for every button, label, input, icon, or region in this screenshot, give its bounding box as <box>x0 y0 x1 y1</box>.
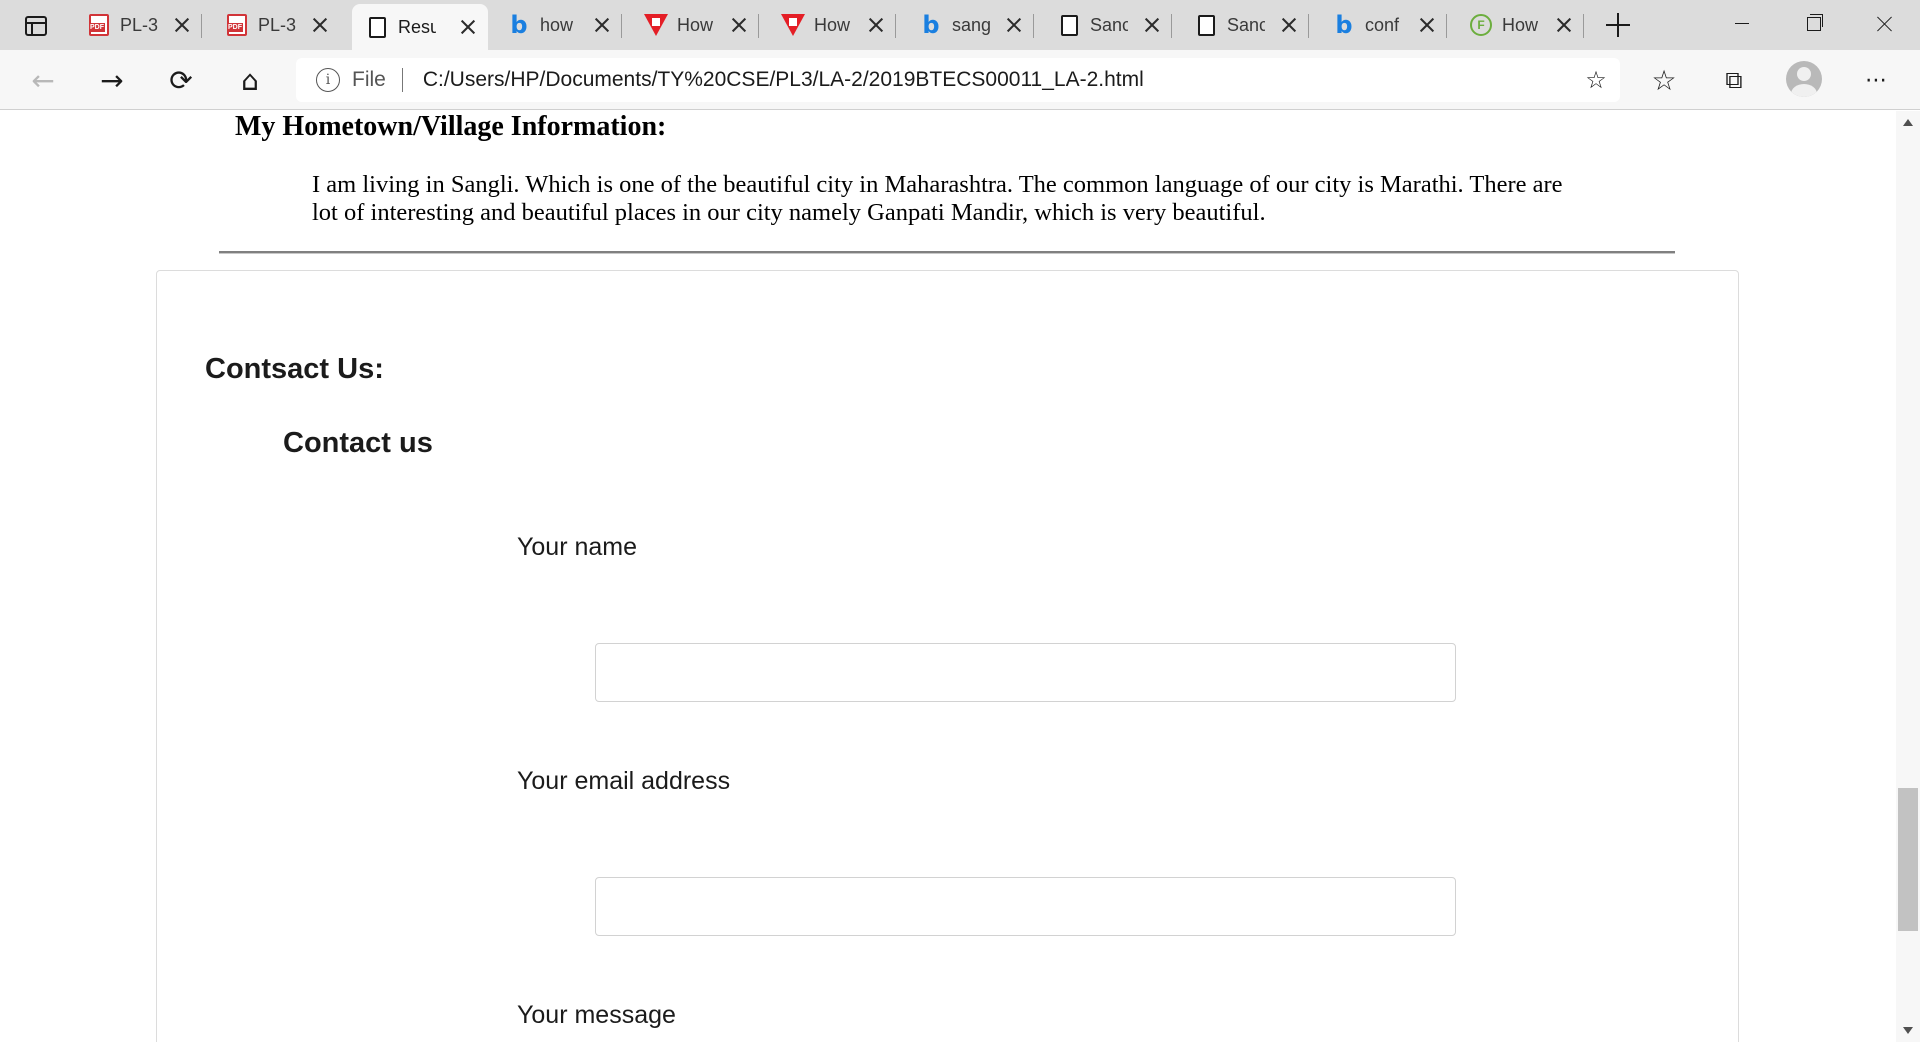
tab-bing-sang[interactable]: b sang <box>906 8 1034 42</box>
page-viewport: My Hometown/Village Information: I am li… <box>0 111 1896 1042</box>
tab-label: How <box>814 14 851 35</box>
tab-label: PL-3 <box>120 14 158 35</box>
tab-sangli-1[interactable]: Sanc <box>1044 8 1172 42</box>
address-bar[interactable]: i File C:/Users/HP/Documents/TY%20CSE/PL… <box>296 58 1620 102</box>
tab-actions-button[interactable] <box>16 11 56 41</box>
page-icon <box>1195 14 1217 36</box>
tab-how-3[interactable]: F How <box>1456 8 1584 42</box>
profile-avatar[interactable] <box>1786 61 1822 97</box>
back-button[interactable]: ← <box>23 60 63 100</box>
scroll-up-arrow-icon[interactable] <box>1903 119 1913 126</box>
email-label: Your email address <box>517 767 731 795</box>
vertical-scrollbar[interactable] <box>1896 111 1920 1042</box>
name-input[interactable] <box>595 643 1456 702</box>
message-label: Your message <box>517 1001 676 1029</box>
close-tab-icon[interactable] <box>1279 15 1299 35</box>
close-tab-icon[interactable] <box>1142 15 1162 35</box>
maximize-button[interactable] <box>1777 0 1847 46</box>
minimize-button[interactable] <box>1706 0 1776 46</box>
close-tab-icon[interactable] <box>592 15 612 35</box>
bing-icon: b <box>922 11 940 39</box>
f-logo-icon: F <box>1470 14 1492 36</box>
close-window-button[interactable] <box>1850 0 1920 46</box>
address-scheme: File <box>352 68 386 91</box>
tab-label: Sanc <box>1227 14 1265 35</box>
tab-pl3-1[interactable]: PDF PL-3 <box>74 8 202 42</box>
tab-strip: PDF PL-3 PDF PL-3 Resu b how How How b s… <box>0 0 1920 50</box>
hometown-paragraph: I am living in Sangli. Which is one of t… <box>312 171 1563 226</box>
tab-label: How <box>1502 14 1539 35</box>
close-tab-icon[interactable] <box>310 15 330 35</box>
info-icon[interactable]: i <box>316 68 340 92</box>
scroll-thumb[interactable] <box>1898 788 1918 931</box>
contact-form-heading: Contact us <box>283 427 433 459</box>
tab-label: Sanc <box>1090 14 1128 35</box>
name-label: Your name <box>517 533 637 561</box>
tab-resume-active[interactable]: Resu <box>352 4 488 50</box>
hometown-heading: My Hometown/Village Information: <box>235 111 667 142</box>
refresh-button[interactable]: ⟳ <box>161 60 201 100</box>
tab-label: conf <box>1365 14 1400 35</box>
close-tab-icon[interactable] <box>729 15 749 35</box>
tab-how-2[interactable]: How <box>768 8 896 42</box>
close-tab-icon[interactable] <box>172 15 192 35</box>
triangle-logo-icon <box>644 14 668 36</box>
new-tab-button[interactable] <box>1602 10 1634 40</box>
collections-button[interactable]: ⧉ <box>1714 60 1754 100</box>
tab-label: sang <box>952 14 990 35</box>
tab-bing-conf[interactable]: b conf <box>1319 8 1447 42</box>
tab-sangli-2[interactable]: Sanc <box>1181 8 1309 42</box>
tab-label: how <box>540 14 574 35</box>
tab-actions-icon <box>25 16 47 36</box>
bing-icon: b <box>510 11 528 39</box>
close-tab-icon[interactable] <box>1417 15 1437 35</box>
home-button[interactable]: ⌂ <box>230 60 270 100</box>
triangle-logo-icon <box>781 14 805 36</box>
close-tab-icon[interactable] <box>1004 15 1024 35</box>
forward-button[interactable]: → <box>92 60 132 100</box>
horizontal-rule <box>219 251 1675 254</box>
close-tab-icon[interactable] <box>458 17 478 37</box>
bing-icon: b <box>1335 11 1353 39</box>
email-input[interactable] <box>595 877 1456 936</box>
tab-pl3-2[interactable]: PDF PL-3 <box>212 8 340 42</box>
tab-label: Resu <box>398 16 436 37</box>
tab-label: How <box>677 14 714 35</box>
page-icon <box>1058 14 1080 36</box>
close-tab-icon[interactable] <box>1554 15 1574 35</box>
pdf-icon: PDF <box>226 14 248 36</box>
page-icon <box>366 16 388 38</box>
tab-label: PL-3 <box>258 14 296 35</box>
tab-bing-how[interactable]: b how <box>494 8 622 42</box>
contact-section-title: Contsact Us: <box>205 353 384 385</box>
favorites-button[interactable]: ☆ <box>1644 60 1684 100</box>
scroll-down-arrow-icon[interactable] <box>1903 1027 1913 1034</box>
settings-more-button[interactable]: ⋯ <box>1856 60 1896 100</box>
tab-how-1[interactable]: How <box>631 8 759 42</box>
browser-toolbar: ← → ⟳ ⌂ i File C:/Users/HP/Documents/TY%… <box>0 50 1920 110</box>
add-favorite-icon[interactable]: ☆ <box>1582 66 1610 94</box>
close-tab-icon[interactable] <box>866 15 886 35</box>
address-url[interactable]: C:/Users/HP/Documents/TY%20CSE/PL3/LA-2/… <box>423 68 1144 92</box>
pdf-icon: PDF <box>88 14 110 36</box>
